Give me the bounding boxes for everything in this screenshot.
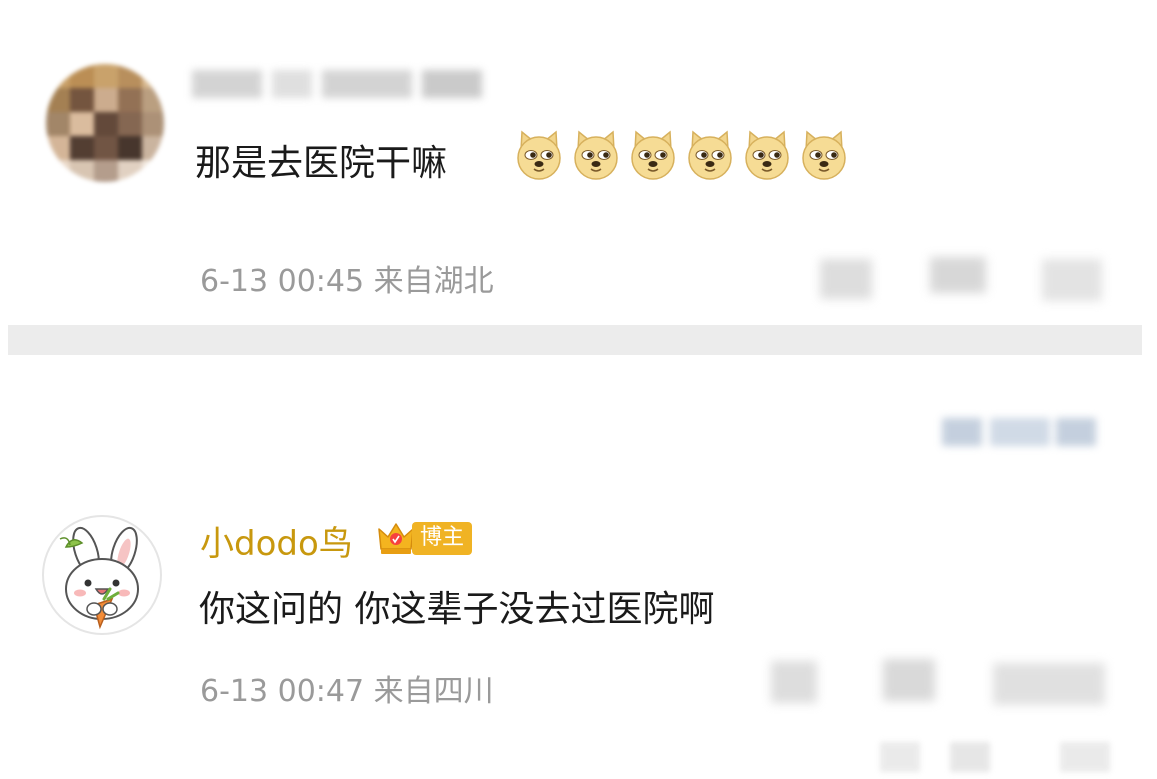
comment-meta: 6-13 00:47 来自四川 <box>200 674 494 709</box>
doge-emoji <box>517 130 561 180</box>
like-button[interactable] <box>993 663 1105 705</box>
doge-emoji <box>574 130 618 180</box>
crown-icon <box>378 523 414 554</box>
badge-label: 博主 <box>412 521 473 555</box>
bunny-icon <box>59 526 139 630</box>
comment-thread: 那是去医院干嘛 6-13 00:45 来自湖北 小dodo鸟 博主 你这问的 你… <box>0 0 1157 779</box>
comment-text: 那是去医院干嘛 <box>195 143 448 184</box>
reply-button[interactable] <box>883 659 935 701</box>
blogger-badge[interactable]: 博主 <box>376 518 473 558</box>
comment-divider <box>8 325 1142 355</box>
share-button[interactable] <box>771 661 817 703</box>
comment-meta: 6-13 00:45 来自湖北 <box>200 264 494 299</box>
username[interactable]: 小dodo鸟 <box>200 516 353 565</box>
like-button[interactable] <box>1042 259 1102 301</box>
doge-emoji <box>631 130 675 180</box>
emoji-row <box>512 128 851 184</box>
doge-emoji <box>802 130 846 180</box>
reply-button[interactable] <box>930 257 986 293</box>
blurred-bottom-edge <box>0 742 1157 779</box>
commenter-avatar[interactable] <box>46 64 164 182</box>
bunny-avatar[interactable] <box>42 515 162 635</box>
comment-actions <box>812 255 1112 305</box>
doge-emoji <box>745 130 789 180</box>
share-button[interactable] <box>820 259 872 299</box>
blurred-username[interactable] <box>192 66 497 106</box>
comment-actions <box>765 655 1110 705</box>
comment-text: 你这问的 你这辈子没去过医院啊 <box>199 589 715 630</box>
blurred-more-replies-link[interactable] <box>942 414 1100 452</box>
doge-emoji <box>688 130 732 180</box>
